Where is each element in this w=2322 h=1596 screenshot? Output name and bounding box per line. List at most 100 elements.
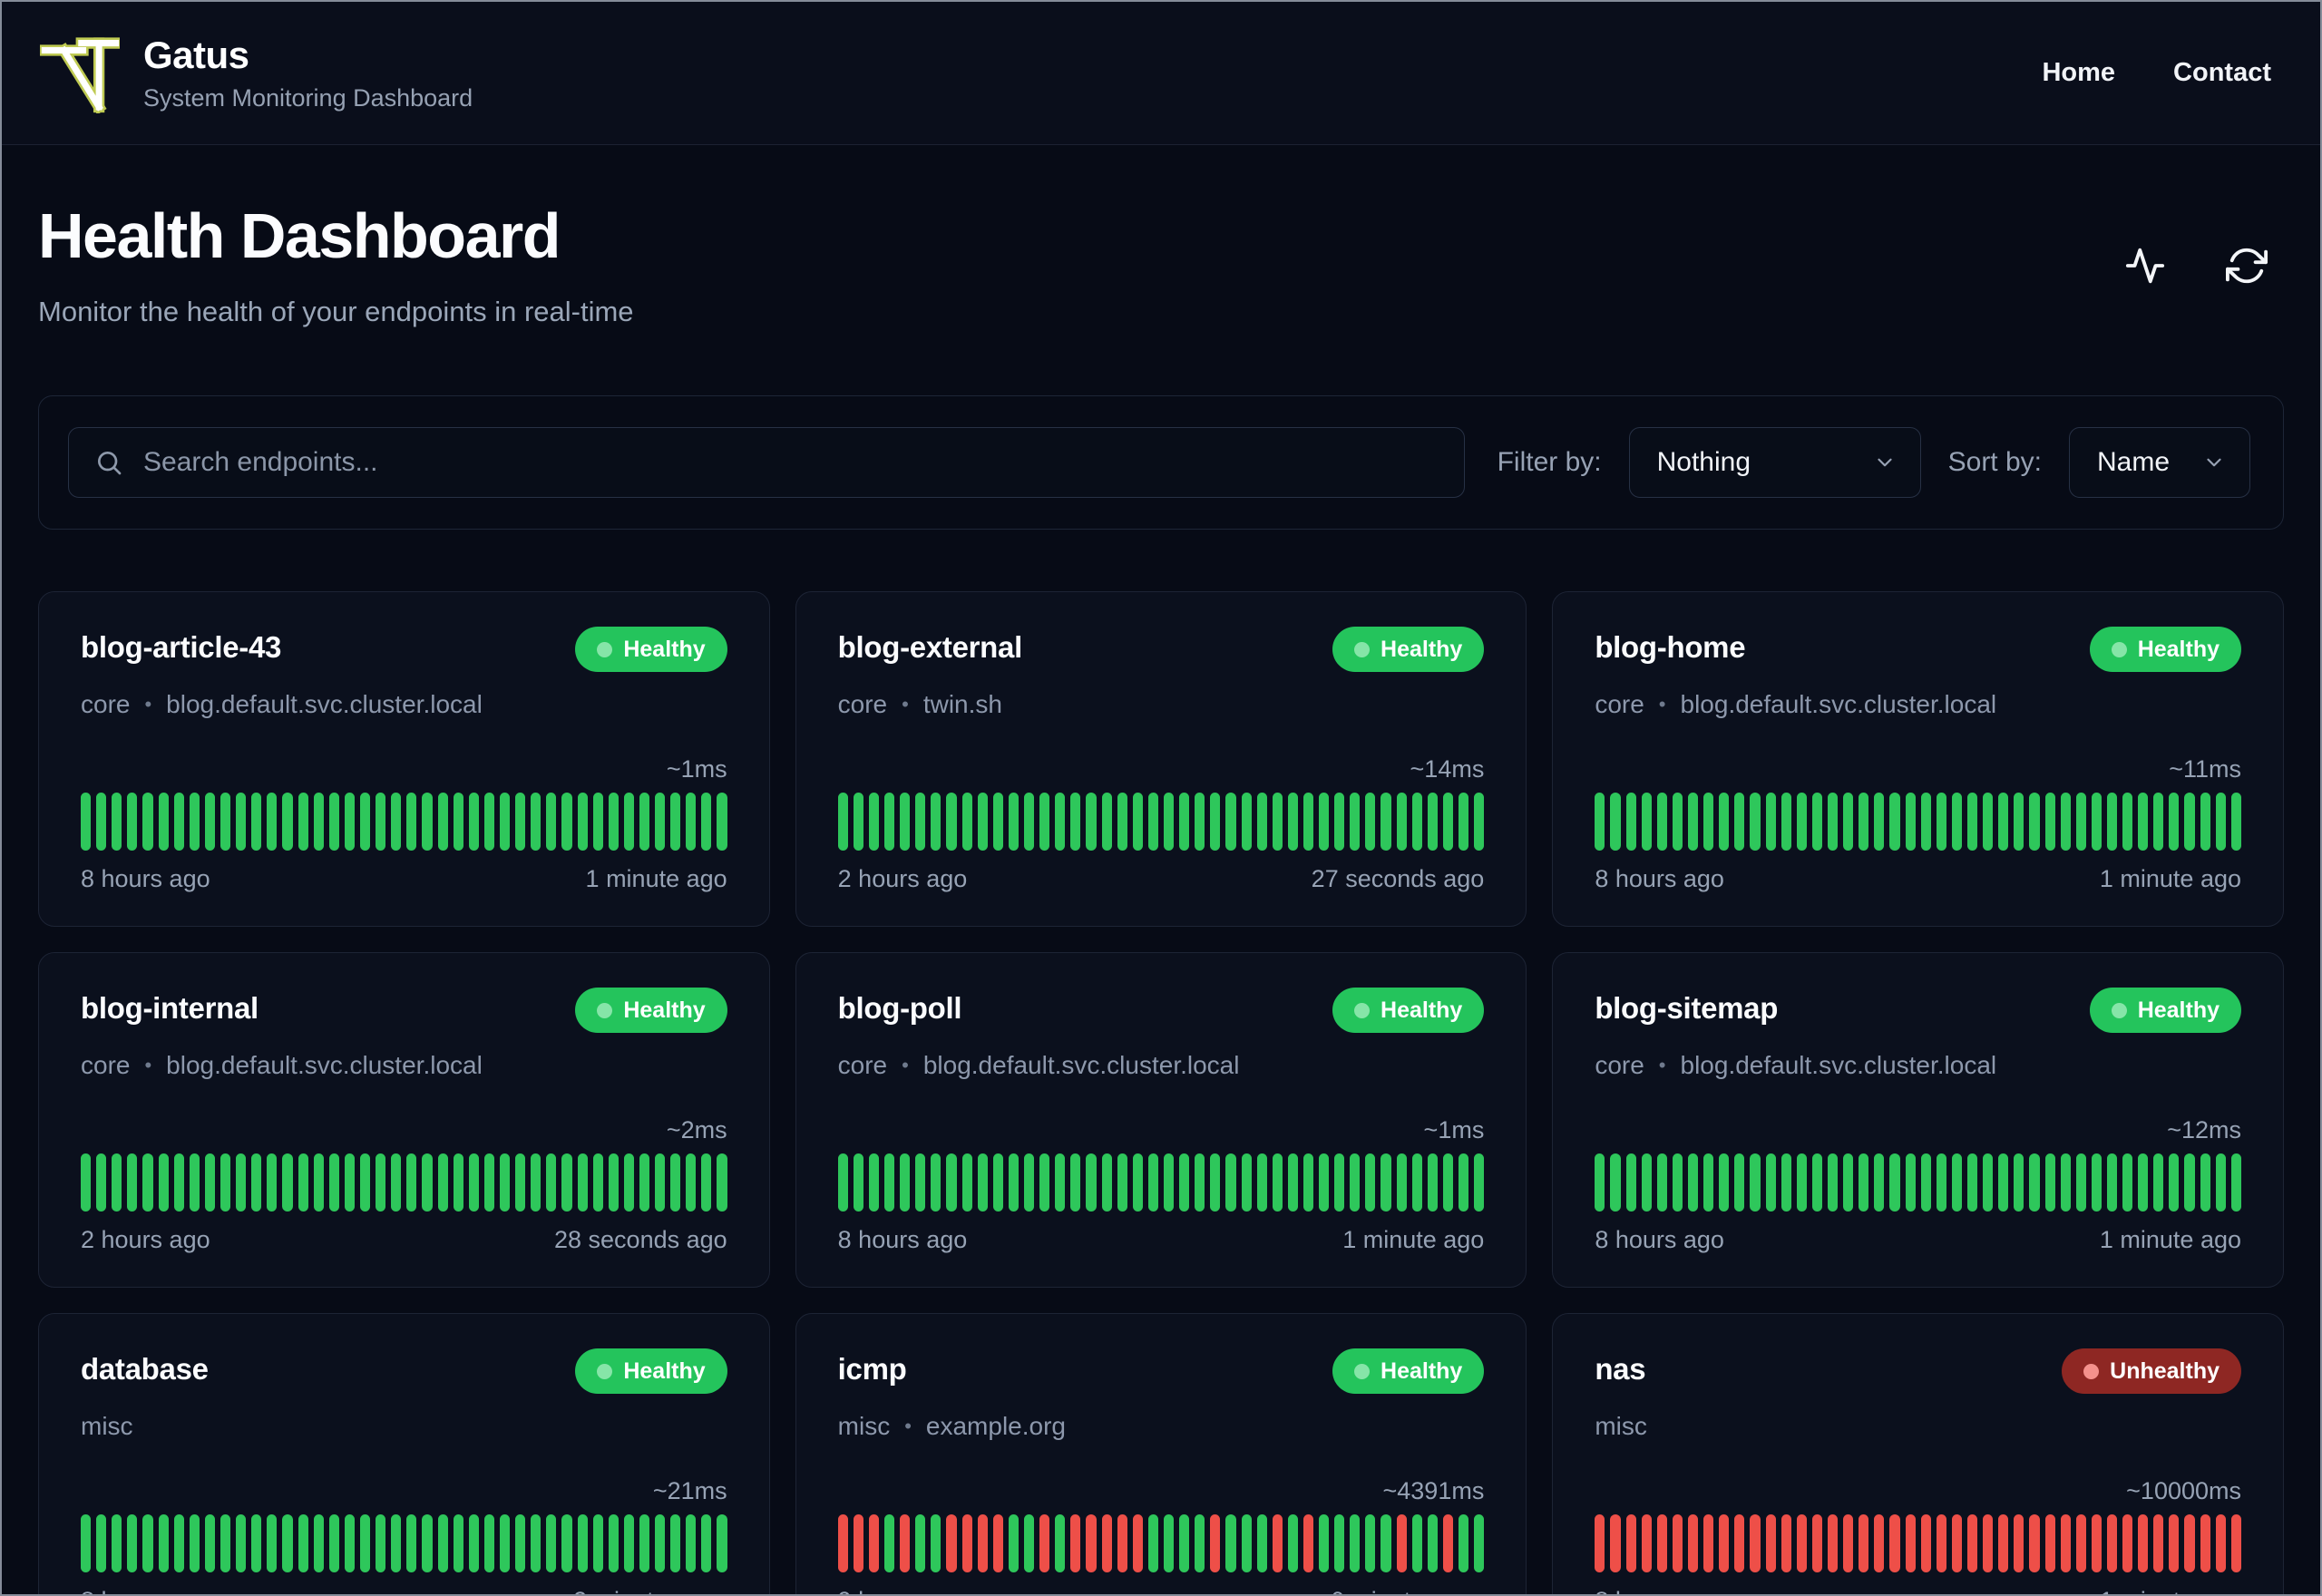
- uptime-bar[interactable]: [1998, 1514, 2009, 1572]
- uptime-bar[interactable]: [1966, 793, 1978, 851]
- uptime-bar[interactable]: [639, 793, 650, 851]
- uptime-bar[interactable]: [189, 1514, 200, 1572]
- uptime-bar[interactable]: [112, 1153, 122, 1212]
- uptime-bar[interactable]: [1687, 793, 1699, 851]
- uptime-bar[interactable]: [298, 1153, 308, 1212]
- uptime-bar[interactable]: [608, 1514, 619, 1572]
- uptime-bar[interactable]: [1827, 1153, 1839, 1212]
- uptime-bar[interactable]: [1827, 793, 1839, 851]
- uptime-bar[interactable]: [344, 793, 355, 851]
- uptime-bar[interactable]: [422, 1514, 433, 1572]
- uptime-bar[interactable]: [1765, 1514, 1776, 1572]
- uptime-bar[interactable]: [267, 1514, 278, 1572]
- uptime-bar[interactable]: [2230, 1514, 2241, 1572]
- uptime-bar[interactable]: [1889, 1514, 1900, 1572]
- uptime-bar[interactable]: [915, 793, 926, 851]
- uptime-bar[interactable]: [267, 793, 278, 851]
- uptime-bar[interactable]: [236, 1153, 247, 1212]
- uptime-bar[interactable]: [204, 793, 215, 851]
- uptime-bar[interactable]: [1796, 1153, 1807, 1212]
- uptime-bar[interactable]: [1302, 1153, 1314, 1212]
- uptime-bar[interactable]: [623, 1153, 634, 1212]
- uptime-bar[interactable]: [1672, 793, 1683, 851]
- uptime-bar[interactable]: [1843, 1153, 1854, 1212]
- uptime-bar[interactable]: [1920, 793, 1931, 851]
- uptime-bar[interactable]: [437, 1514, 448, 1572]
- uptime-bar[interactable]: [1889, 1153, 1900, 1212]
- uptime-bar[interactable]: [853, 793, 863, 851]
- uptime-bar[interactable]: [1241, 793, 1252, 851]
- uptime-bar[interactable]: [561, 1514, 572, 1572]
- uptime-bar[interactable]: [1319, 1514, 1330, 1572]
- uptime-bar[interactable]: [112, 1514, 122, 1572]
- uptime-bar[interactable]: [961, 1514, 972, 1572]
- uptime-bar[interactable]: [1225, 1514, 1236, 1572]
- uptime-bar[interactable]: [189, 793, 200, 851]
- endpoint-card[interactable]: blog-internal Healthy core • blog.defaul…: [38, 952, 770, 1288]
- uptime-bar[interactable]: [1195, 1153, 1205, 1212]
- uptime-bar[interactable]: [670, 793, 681, 851]
- uptime-bar[interactable]: [1474, 793, 1485, 851]
- uptime-bar[interactable]: [251, 1514, 262, 1572]
- uptime-bar[interactable]: [946, 793, 957, 851]
- uptime-bar[interactable]: [391, 1153, 402, 1212]
- uptime-bar[interactable]: [1086, 1153, 1097, 1212]
- uptime-bar[interactable]: [1951, 1514, 1962, 1572]
- uptime-bar[interactable]: [2169, 1153, 2180, 1212]
- uptime-bar[interactable]: [2169, 1514, 2180, 1572]
- uptime-bar[interactable]: [1147, 1514, 1158, 1572]
- uptime-bar[interactable]: [2153, 1153, 2164, 1212]
- uptime-bar[interactable]: [142, 1153, 153, 1212]
- uptime-bar[interactable]: [2138, 793, 2149, 851]
- uptime-bar[interactable]: [2106, 793, 2118, 851]
- uptime-bar[interactable]: [1951, 1153, 1962, 1212]
- uptime-bar[interactable]: [204, 1153, 215, 1212]
- uptime-bar[interactable]: [1905, 1514, 1916, 1572]
- uptime-bar[interactable]: [437, 1153, 448, 1212]
- uptime-bar[interactable]: [282, 1514, 293, 1572]
- uptime-bar[interactable]: [1734, 793, 1745, 851]
- endpoint-card[interactable]: icmp Healthy misc • example.org ~4391ms …: [795, 1313, 1527, 1594]
- uptime-bar[interactable]: [1023, 1514, 1035, 1572]
- uptime-bar[interactable]: [2184, 1153, 2195, 1212]
- uptime-bar[interactable]: [1350, 1153, 1361, 1212]
- uptime-bar[interactable]: [1765, 1153, 1776, 1212]
- search-input[interactable]: [143, 447, 1439, 478]
- uptime-bar[interactable]: [1070, 1514, 1081, 1572]
- uptime-bar[interactable]: [883, 1514, 895, 1572]
- uptime-bar[interactable]: [592, 1153, 603, 1212]
- uptime-bar[interactable]: [112, 793, 122, 851]
- uptime-bar[interactable]: [1008, 1514, 1019, 1572]
- uptime-bar[interactable]: [453, 1153, 463, 1212]
- uptime-bar[interactable]: [236, 1514, 247, 1572]
- uptime-bar[interactable]: [1396, 793, 1407, 851]
- uptime-bar[interactable]: [1641, 1153, 1652, 1212]
- uptime-bar[interactable]: [2029, 793, 2040, 851]
- uptime-bar[interactable]: [1132, 1514, 1143, 1572]
- uptime-bar[interactable]: [1163, 1514, 1175, 1572]
- uptime-bar[interactable]: [1225, 1153, 1236, 1212]
- uptime-bar[interactable]: [1272, 1153, 1283, 1212]
- uptime-bar[interactable]: [1610, 1514, 1621, 1572]
- uptime-bar[interactable]: [437, 793, 448, 851]
- uptime-bar[interactable]: [344, 1514, 355, 1572]
- uptime-bar[interactable]: [1163, 1153, 1175, 1212]
- uptime-bar[interactable]: [1750, 1153, 1761, 1212]
- uptime-bar[interactable]: [931, 1153, 941, 1212]
- uptime-bar[interactable]: [173, 1514, 184, 1572]
- uptime-bar[interactable]: [251, 1153, 262, 1212]
- uptime-bar[interactable]: [2060, 793, 2071, 851]
- uptime-bar[interactable]: [376, 1514, 386, 1572]
- uptime-bar[interactable]: [1859, 1153, 1869, 1212]
- uptime-bar[interactable]: [2184, 1514, 2195, 1572]
- uptime-bar[interactable]: [406, 1514, 417, 1572]
- uptime-bar[interactable]: [1442, 793, 1454, 851]
- uptime-bar[interactable]: [608, 793, 619, 851]
- uptime-bar[interactable]: [1256, 1153, 1267, 1212]
- uptime-bar[interactable]: [313, 1153, 324, 1212]
- uptime-bar[interactable]: [1625, 1153, 1636, 1212]
- uptime-bar[interactable]: [1396, 1153, 1407, 1212]
- uptime-bar[interactable]: [992, 1153, 1003, 1212]
- uptime-bar[interactable]: [655, 1514, 666, 1572]
- uptime-bar[interactable]: [1117, 793, 1127, 851]
